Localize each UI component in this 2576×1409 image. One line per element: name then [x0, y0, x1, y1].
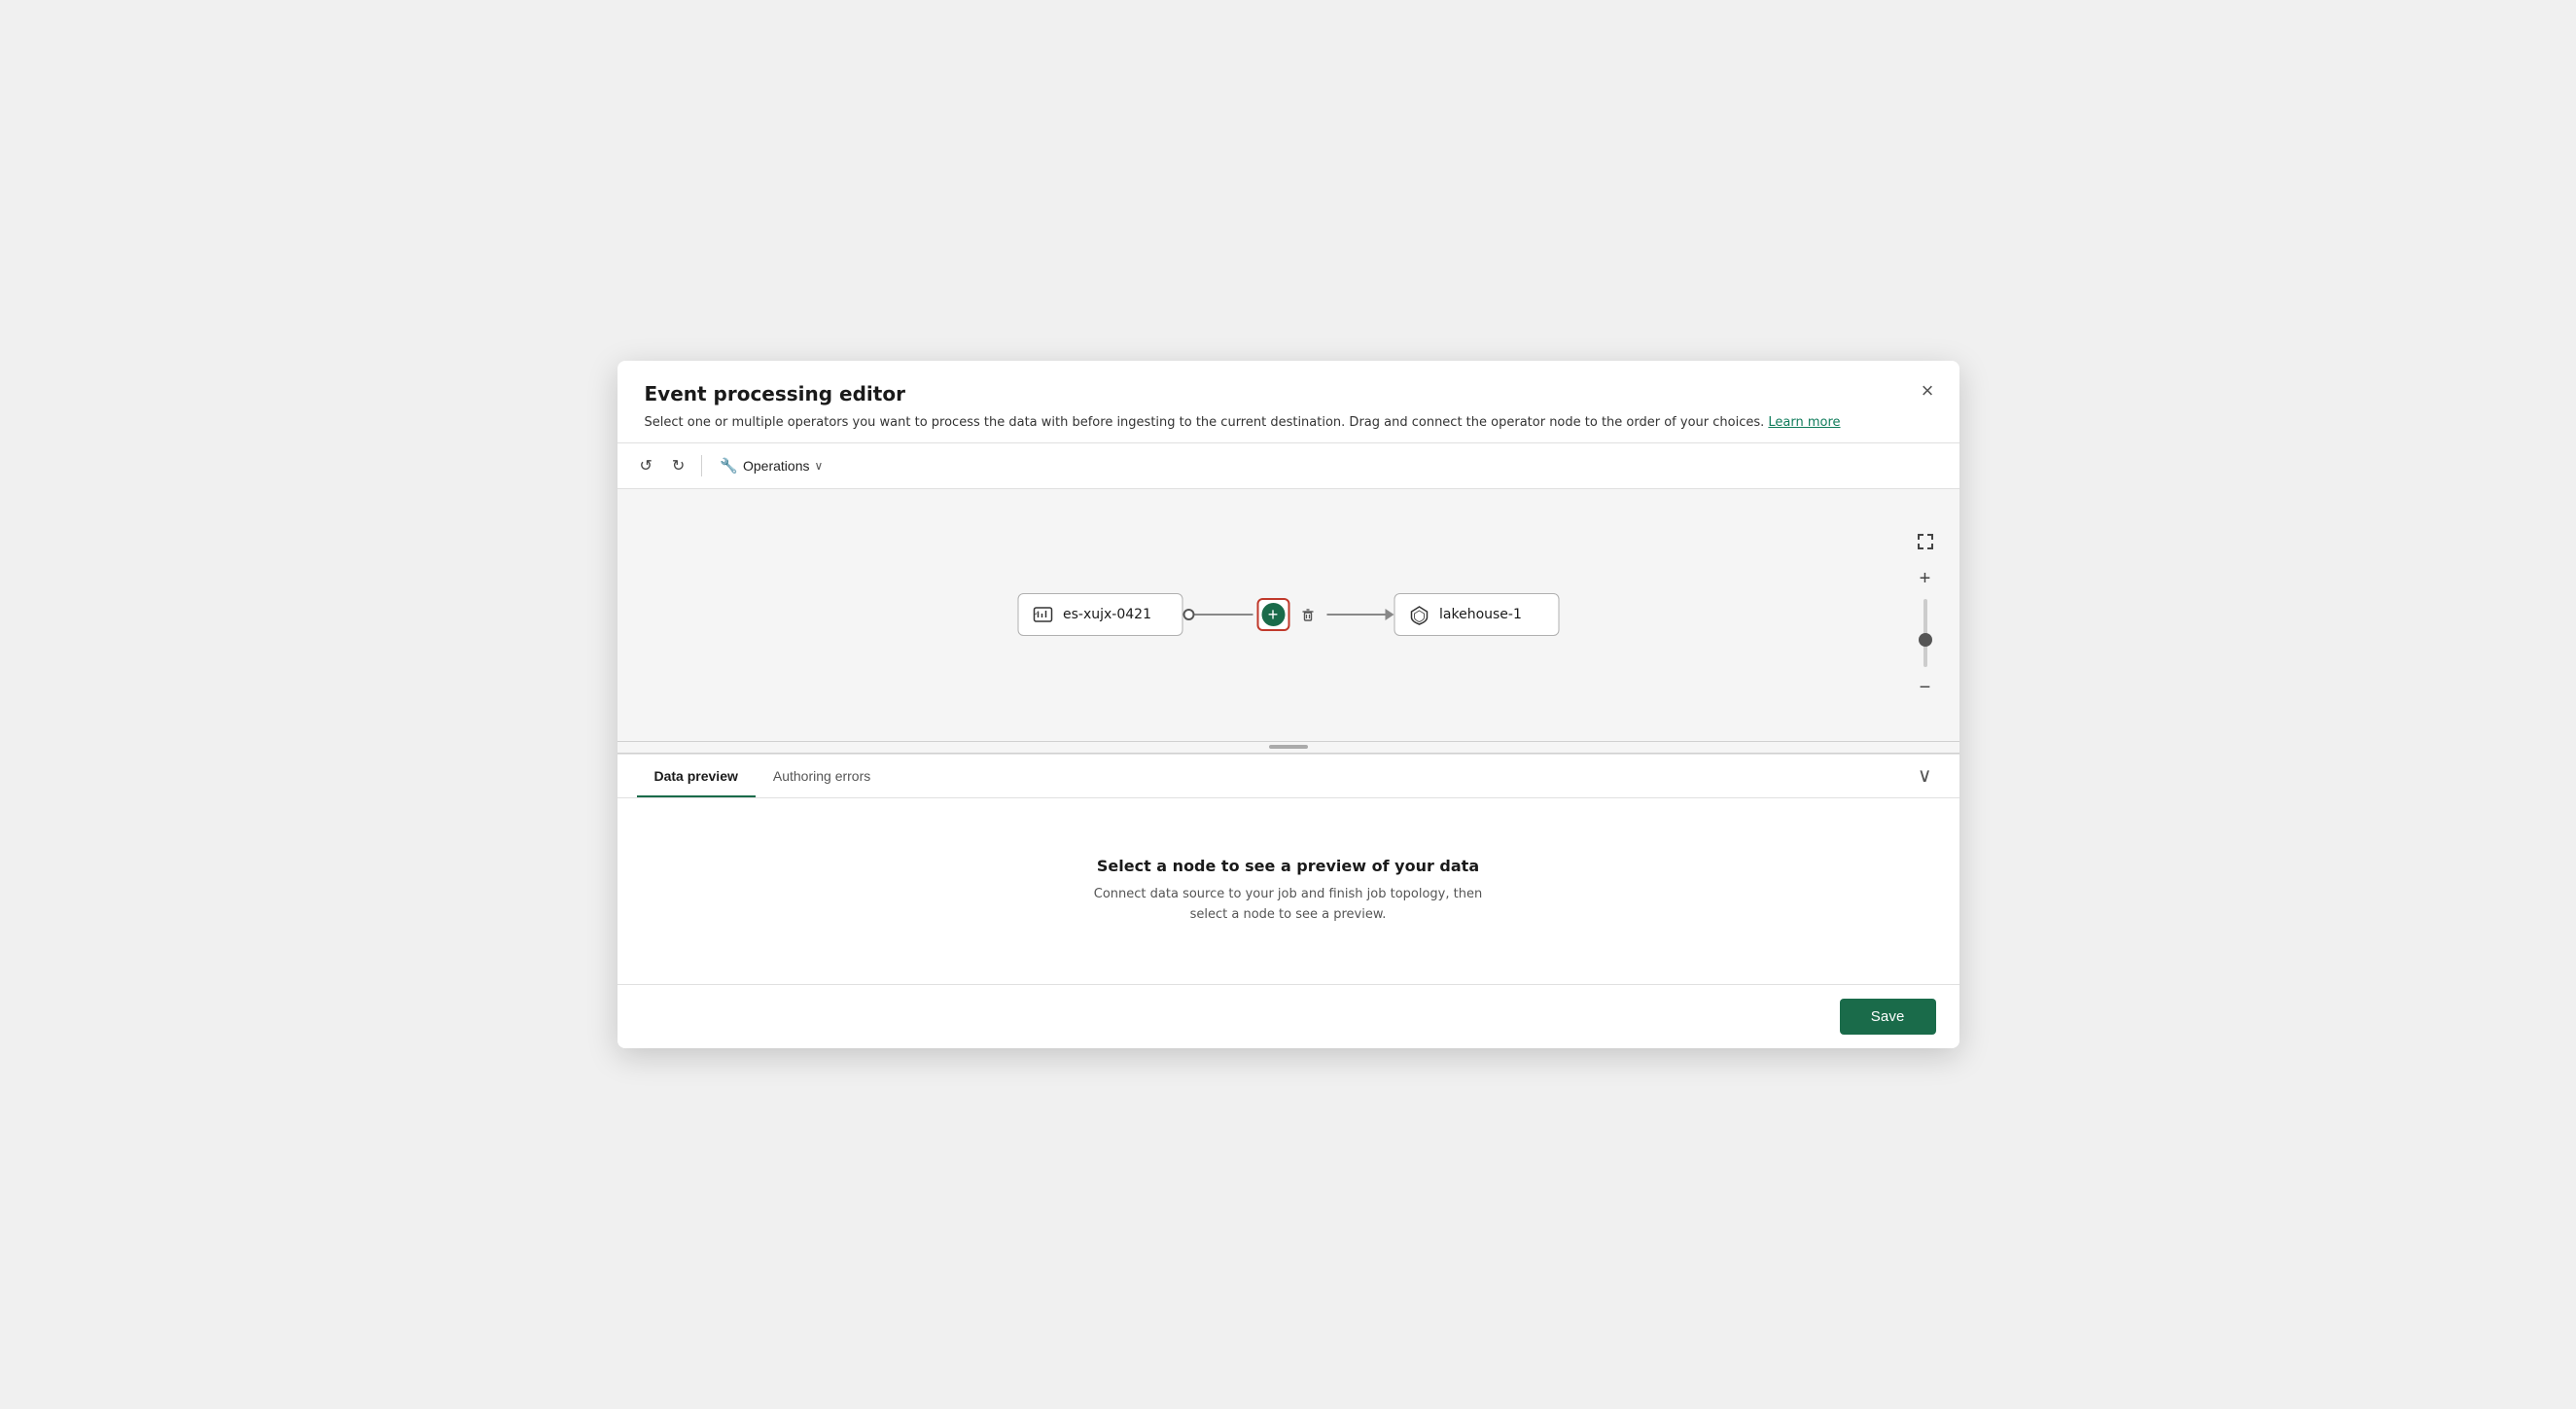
toolbar-divider [701, 455, 702, 476]
connector-line-right [1326, 614, 1385, 616]
empty-state: Select a node to see a preview of your d… [618, 798, 1959, 984]
zoom-in-button[interactable]: + [1909, 562, 1942, 595]
left-connector [1182, 609, 1253, 620]
fit-view-button[interactable] [1909, 525, 1942, 558]
dialog-desc-text: Select one or multiple operators you wan… [645, 415, 1765, 430]
empty-state-description: Connect data source to your job and fini… [1084, 885, 1493, 926]
wrench-icon: 🔧 [720, 457, 738, 475]
tabs-row: Data preview Authoring errors ∨ [618, 755, 1959, 798]
tabs-left: Data preview Authoring errors [637, 755, 889, 797]
learn-more-link[interactable]: Learn more [1768, 415, 1840, 430]
operations-label: Operations [743, 458, 809, 474]
connector-circle [1182, 609, 1194, 620]
plus-circle-icon: + [1261, 603, 1285, 626]
tab-authoring-errors[interactable]: Authoring errors [756, 755, 888, 797]
zoom-slider-thumb[interactable] [1919, 633, 1932, 647]
collapse-panel-button[interactable]: ∨ [1910, 759, 1940, 792]
chevron-down-icon: ∨ [814, 459, 823, 473]
empty-state-title: Select a node to see a preview of your d… [1097, 857, 1479, 875]
redo-button[interactable]: ↻ [665, 451, 691, 480]
operations-menu-button[interactable]: 🔧 Operations ∨ [712, 453, 830, 478]
connector-line-left [1194, 614, 1253, 616]
source-node[interactable]: es-xujx-0421 [1017, 593, 1182, 636]
source-node-label: es-xujx-0421 [1063, 607, 1151, 622]
toolbar: ↺ ↻ 🔧 Operations ∨ [618, 442, 1959, 489]
canvas-area[interactable]: es-xujx-0421 + [618, 489, 1959, 742]
destination-node[interactable]: lakehouse-1 [1394, 593, 1559, 636]
add-operator-button[interactable]: + [1256, 598, 1289, 631]
flow-container: es-xujx-0421 + [1017, 593, 1559, 636]
destination-node-label: lakehouse-1 [1439, 607, 1522, 622]
bottom-panel: Data preview Authoring errors ∨ Select a… [618, 754, 1959, 984]
mid-action-buttons: + [1256, 598, 1323, 631]
event-processing-dialog: Event processing editor Select one or mu… [618, 361, 1959, 1047]
zoom-slider-track [1923, 599, 1927, 667]
zoom-out-button[interactable]: − [1909, 671, 1942, 704]
source-icon [1032, 604, 1053, 625]
dialog-footer: Save [618, 984, 1959, 1048]
undo-button[interactable]: ↺ [633, 451, 659, 480]
tab-data-preview[interactable]: Data preview [637, 755, 756, 797]
arrow-icon [1385, 609, 1394, 620]
dialog-description: Select one or multiple operators you wan… [645, 413, 1932, 433]
save-button[interactable]: Save [1840, 999, 1936, 1035]
resize-bar [1269, 745, 1308, 749]
dialog-title: Event processing editor [645, 382, 1932, 405]
right-connector [1326, 609, 1394, 620]
zoom-controls: + − [1909, 525, 1942, 704]
delete-button[interactable] [1293, 600, 1323, 629]
dialog-header: Event processing editor Select one or mu… [618, 361, 1959, 442]
resize-handle[interactable] [618, 742, 1959, 754]
close-button[interactable]: × [1914, 376, 1942, 405]
lakehouse-icon [1408, 604, 1429, 625]
